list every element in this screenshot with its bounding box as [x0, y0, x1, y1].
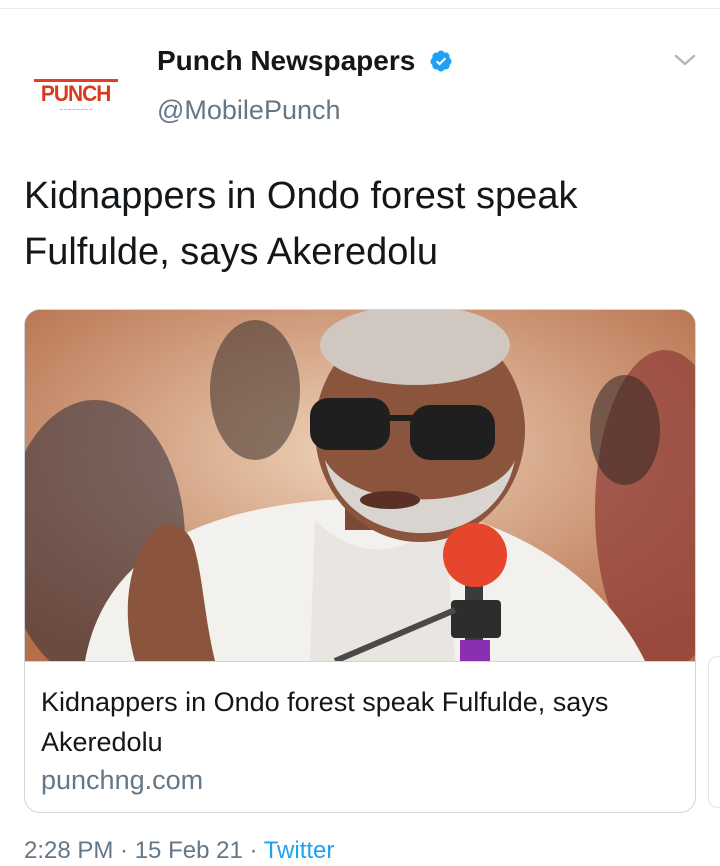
top-divider [0, 8, 720, 9]
tweet-text: Kidnappers in Ondo forest speak Fulfulde… [24, 175, 578, 273]
verified-badge-icon [430, 50, 452, 72]
author-name-row[interactable]: Punch Newspapers [157, 44, 453, 78]
avatar[interactable]: PUNCH ~~~~~~~~ [24, 44, 128, 148]
author-name[interactable]: Punch Newspapers [157, 45, 415, 76]
card-domain[interactable]: punchng.com [41, 762, 203, 798]
tweet-timestamp[interactable]: 2:28 PM · 15 Feb 21 · [24, 837, 264, 864]
link-card[interactable]: Kidnappers in Ondo forest speak Fulfulde… [24, 309, 696, 813]
chevron-down-icon[interactable] [672, 50, 698, 70]
logo-tagline: ~~~~~~~~ [59, 107, 93, 113]
article-image[interactable] [25, 310, 695, 661]
author-handle[interactable]: @MobilePunch [157, 93, 341, 127]
card-divider [25, 661, 695, 662]
punch-logo: PUNCH [41, 81, 112, 106]
tweet-timestamp-row: 2:28 PM · 15 Feb 21 · Twitter [24, 836, 334, 866]
scroll-hint [708, 656, 720, 808]
article-photo-illustration [25, 310, 695, 661]
tweet-source-link[interactable]: Twitter [264, 837, 335, 864]
card-title[interactable]: Kidnappers in Ondo forest speak Fulfulde… [41, 682, 681, 762]
